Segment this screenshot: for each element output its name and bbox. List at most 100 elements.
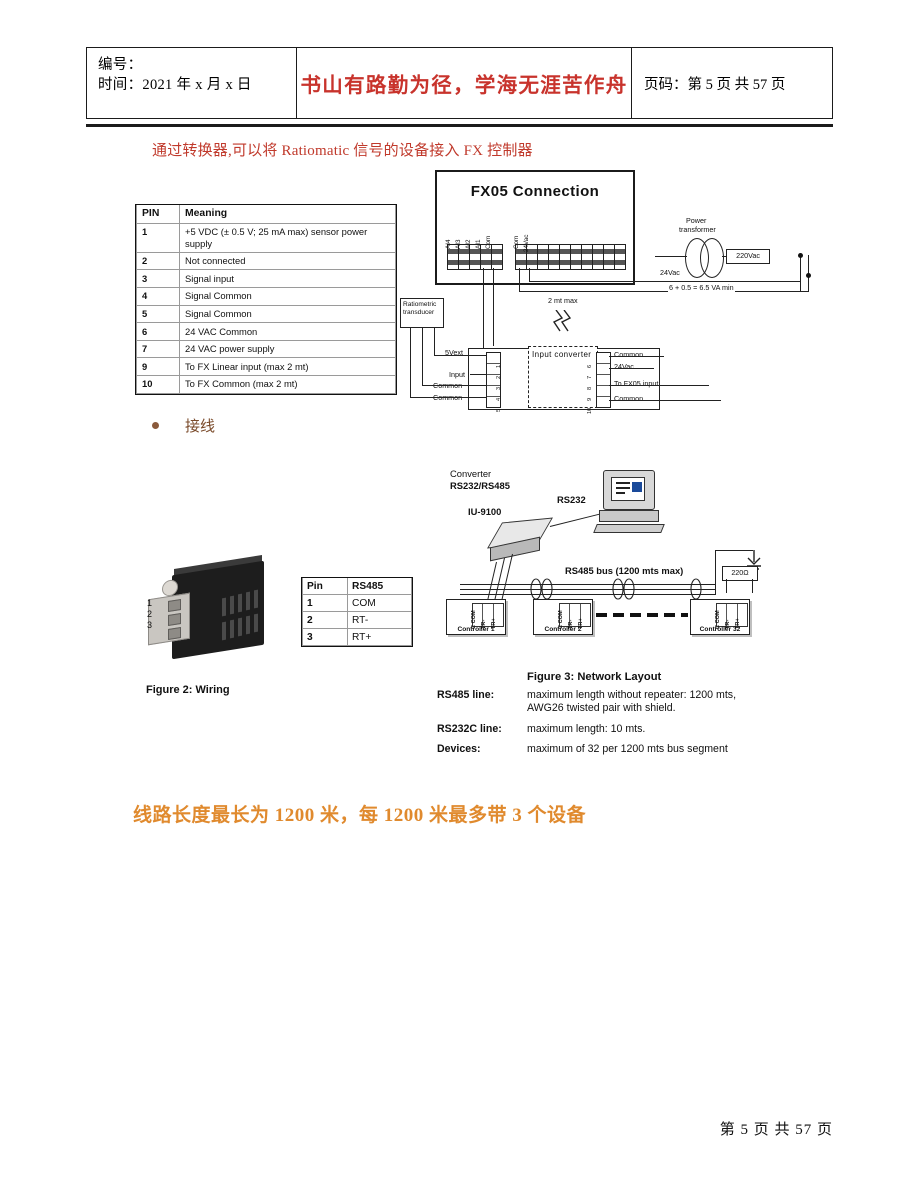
figure2-caption: Figure 2: Wiring [146,684,230,696]
screen-line [616,492,625,494]
pin-cell: 3 [136,269,180,288]
device-vent [246,615,250,635]
wire [609,400,721,402]
wire [519,291,809,293]
header-table: 编号： 时间：2021 年 x 月 x 日 书山有路勤为径，学海无涯苦作舟 页码… [86,47,833,119]
header-cell-meta: 编号： 时间：2021 年 x 月 x 日 [87,48,297,118]
figure3-value: maximum of 32 per 1200 mts bus segment [527,743,728,755]
terminal-cell [538,245,549,269]
connector-slot [597,353,610,364]
intro-sentence: 通过转换器,可以将 Ratiomatic 信号的设备接入 FX 控制器 [152,143,533,159]
right-pin-number: 8 [587,386,593,390]
col-header-rs485: RS485 [347,578,412,595]
wire [655,256,687,258]
pin-cell: 6 [136,322,180,341]
table-row: 5 Signal Common [136,304,396,324]
converter-label-line1: Converter [450,468,492,479]
terminal-cell [492,245,502,269]
pin-cell: 5 [136,304,180,324]
connector-slot [597,364,610,375]
figure2-controller-photo: 1 2 3 [146,555,270,666]
va-rating-label: 6 + 0.5 = 6.5 VA min [668,283,735,292]
terminal-label-ai2: AI2 [465,239,472,249]
terminal-label-ai1: AI1 [475,239,482,249]
wire [434,355,486,357]
terminal-cell [593,245,604,269]
wire [470,374,486,376]
bus-wire [460,589,715,591]
controller-32: C COM TR- TR+ Controller 32 [690,599,750,635]
transformer-label-line1: Power [685,216,708,225]
terminal-cell [615,245,625,269]
bus-wire [460,594,715,596]
device-vent [246,591,250,611]
wire [609,356,664,358]
table-row: 2 RT- [302,611,412,629]
fx05-connection-diagram: FX05 Connection AI4 AI3 AI2 AI1 Com Com … [400,170,850,415]
figure3-row: RS232C line: maximum length: 10 mts. [437,723,767,737]
wire [493,268,495,346]
col-header-meaning: Meaning [179,205,396,224]
meaning-cell: Signal Common [179,304,396,324]
controller-name: Controller 1 [457,626,495,633]
meaning-cell: 24 VAC Common [179,322,396,341]
device-vent [230,595,234,615]
controller-name: Controller 2 [544,626,582,633]
wire [609,368,654,370]
wire [609,385,709,387]
keyboard [593,524,665,533]
header-motto: 书山有路勤为径，学海无涯苦作舟 [300,75,628,97]
left-label-input: Input [448,370,466,379]
wire [410,328,412,398]
wire [715,550,717,595]
bullet-label: 接线 [185,419,216,435]
controller-name: Controller 32 [699,626,741,633]
pin-cell: 1 [302,594,348,612]
terminal-screw [168,626,181,641]
meaning-cell: To FX Common (max 2 mt) [179,374,396,394]
terminal-cell [549,245,560,269]
twisted-pair-icon [690,578,702,600]
table-row: 3 RT+ [302,628,412,646]
right-label-common-1: Common [613,350,645,359]
pin-meaning-table: PIN Meaning 1 +5 VDC (± 0.5 V; 25 mA max… [135,204,397,395]
wire [529,268,531,282]
right-pin-number: 9 [587,397,593,401]
wire [726,579,728,593]
pin-cell: 10 [136,374,180,394]
signal-cell: RT- [347,611,412,629]
figure3-key: RS232C line: [437,722,502,735]
terminal-label-ai4: AI4 [445,239,452,249]
meaning-cell: +5 VDC (± 0.5 V; 25 mA max) sensor power… [179,222,396,253]
header-rule [86,124,833,127]
terminal-label-ai3: AI3 [455,239,462,249]
bullet-item-wiring: 接线 [152,415,215,436]
transformer-label-line2: transformer [678,225,717,234]
header-cell-pageinfo: 页码：第 5 页 共 57 页 [632,48,832,118]
figure3-key: RS485 line: [437,688,495,701]
power-terminal-strip [515,244,626,270]
terminal-number: 1 [147,598,153,608]
input-converter-label: Input converter [531,350,593,359]
right-label-common-2: Common [613,394,645,403]
table-row: 6 24 VAC Common [136,322,396,341]
device-vent [238,617,242,637]
pin-cell: 7 [136,339,180,359]
wire [519,268,521,292]
figure3-value: maximum length: 10 mts. [527,722,646,735]
transducer-label-line2: transducer [403,309,435,316]
meaning-cell: 24 VAC power supply [179,339,396,359]
left-pin-number: 3 [496,386,502,390]
bus-continuation-dashes [596,613,688,617]
figure3-row: RS485 line: maximum length without repea… [437,689,767,716]
right-label-to-fx05-input: To FX05 input [613,379,660,388]
bullet-dot-icon [152,422,159,429]
rs485-bus-label: RS485 bus (1200 mts max) [565,565,684,576]
figure3-title: Figure 3: Network Layout [527,671,662,683]
terminal-cell [560,245,571,269]
monitor [603,470,655,510]
wire [422,328,424,386]
meaning-cell: Signal input [179,269,396,288]
computer-base [599,510,659,522]
table-row: 2 Not connected [136,251,396,271]
